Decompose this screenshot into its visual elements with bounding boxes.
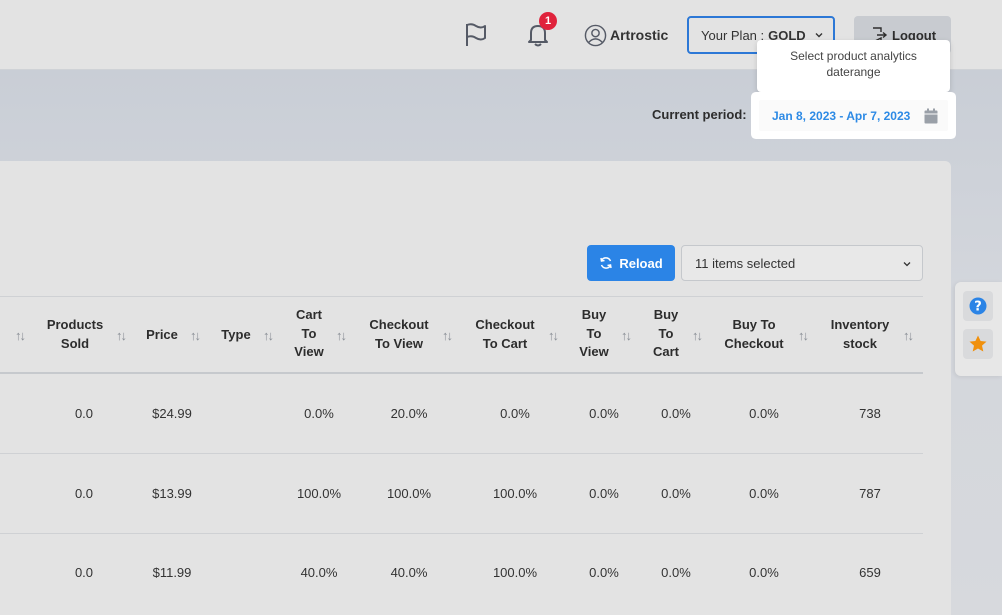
cell-buy-to-checkout: 0.0% [749, 565, 779, 580]
column-header-price[interactable]: Price [142, 326, 182, 345]
sort-icon[interactable]: ↑↓ [442, 328, 453, 343]
plan-prefix: Your Plan : [701, 27, 765, 43]
cell-cart-to-view: 100.0% [296, 486, 342, 501]
sort-icon[interactable]: ↑↓ [15, 328, 26, 343]
cell-buy-to-view: 0.0% [589, 486, 619, 501]
column-header-buy-to-cart[interactable]: Buy To Cart [646, 306, 686, 362]
svg-text:?: ? [974, 300, 982, 315]
columns-select[interactable]: 11 items selected [681, 245, 923, 281]
user-icon [584, 24, 607, 46]
cell-price: $11.99 [152, 565, 192, 580]
analytics-card: Reload 11 items selected ↑↓ Products Sol… [0, 161, 951, 615]
reload-button[interactable]: Reload [587, 245, 675, 281]
cell-cart-to-view: 0.0% [304, 406, 334, 421]
cell-buy-to-cart: 0.0% [661, 565, 691, 580]
cell-cart-to-view: 40.0% [300, 565, 338, 580]
column-header-products-sold[interactable]: Products Sold [40, 316, 110, 353]
side-widget: ? [955, 282, 1002, 376]
column-header-buy-to-checkout[interactable]: Buy To Checkout [718, 316, 790, 353]
sort-icon[interactable]: ↑↓ [190, 328, 201, 343]
column-header-cart-to-view[interactable]: Cart To View [289, 306, 329, 362]
row-divider [0, 533, 923, 534]
daterange-picker: Jan 8, 2023 - Apr 7, 2023 [754, 95, 953, 136]
cell-buy-to-cart: 0.0% [661, 406, 691, 421]
cell-price: $13.99 [152, 486, 192, 501]
chevron-down-icon [903, 262, 911, 267]
cell-checkout-to-view: 100.0% [386, 486, 432, 501]
column-header-inventory-stock[interactable]: Inventory stock [824, 316, 896, 353]
column-header-type[interactable]: Type [216, 326, 256, 345]
help-icon: ? [969, 297, 987, 315]
cell-inventory-stock: 738 [859, 406, 881, 421]
cell-products-sold: 0.0 [74, 406, 94, 421]
column-header-buy-to-view[interactable]: Buy To View [574, 306, 614, 362]
cell-buy-to-checkout: 0.0% [749, 406, 779, 421]
cell-checkout-to-cart: 100.0% [492, 486, 538, 501]
favorite-button[interactable] [963, 329, 993, 359]
username: Artrostic [610, 27, 669, 43]
chevron-down-icon [815, 33, 823, 38]
cell-buy-to-view: 0.0% [589, 406, 619, 421]
cell-checkout-to-cart: 0.0% [500, 406, 530, 421]
sort-icon[interactable]: ↑↓ [692, 328, 703, 343]
cell-buy-to-cart: 0.0% [661, 486, 691, 501]
daterange-value: Jan 8, 2023 - Apr 7, 2023 [772, 108, 911, 123]
calendar-icon[interactable] [924, 108, 938, 124]
help-button[interactable]: ? [963, 291, 993, 321]
cell-products-sold: 0.0 [74, 486, 94, 501]
column-header-checkout-to-view[interactable]: Checkout To View [362, 316, 436, 353]
sort-icon[interactable]: ↑↓ [548, 328, 559, 343]
sort-icon[interactable]: ↑↓ [263, 328, 274, 343]
daterange-input[interactable]: Jan 8, 2023 - Apr 7, 2023 [759, 100, 948, 131]
daterange-tooltip: Select product analytics daterange [757, 40, 950, 99]
current-period-label: Current period: [652, 107, 747, 122]
cell-inventory-stock: 787 [859, 486, 881, 501]
flag-icon[interactable] [462, 20, 490, 48]
star-icon [969, 335, 987, 352]
column-header-checkout-to-cart[interactable]: Checkout To Cart [468, 316, 542, 353]
reload-label: Reload [619, 255, 663, 271]
cell-inventory-stock: 659 [859, 565, 881, 580]
cell-checkout-to-cart: 100.0% [492, 565, 538, 580]
tooltip-text: Select product analytics daterange [790, 49, 917, 79]
user-menu[interactable]: Artrostic [584, 22, 668, 48]
sort-icon[interactable]: ↑↓ [116, 328, 127, 343]
cell-price: $24.99 [152, 406, 192, 421]
sort-icon[interactable]: ↑↓ [621, 328, 632, 343]
notification-badge: 1 [539, 12, 557, 30]
sort-icon[interactable]: ↑↓ [903, 328, 914, 343]
table-top-border [0, 296, 923, 297]
cell-products-sold: 0.0 [74, 565, 94, 580]
cell-checkout-to-view: 20.0% [390, 406, 428, 421]
refresh-icon [600, 257, 613, 269]
table-header-border [0, 372, 923, 374]
row-divider [0, 453, 923, 454]
cell-buy-to-view: 0.0% [589, 565, 619, 580]
sort-icon[interactable]: ↑↓ [798, 328, 809, 343]
cell-buy-to-checkout: 0.0% [749, 486, 779, 501]
items-selected-value: 11 items selected [695, 255, 796, 271]
sort-icon[interactable]: ↑↓ [336, 328, 347, 343]
cell-checkout-to-view: 40.0% [390, 565, 428, 580]
